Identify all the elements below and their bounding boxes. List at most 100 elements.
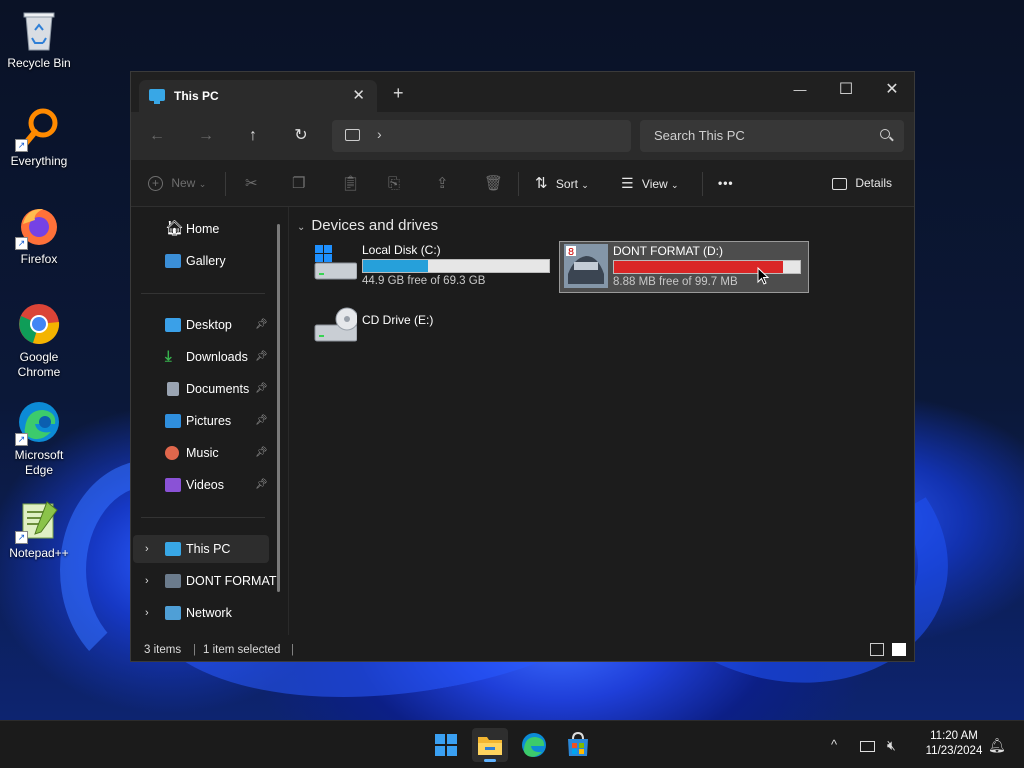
nav-item-downloads[interactable]: ⤓ Downloads 📌︎ [133, 343, 269, 371]
start-button[interactable] [428, 728, 464, 762]
sort-button[interactable]: ⇅ Sort ⌄ [535, 160, 589, 207]
divider [141, 517, 265, 518]
drive-tile-e[interactable]: CD Drive (E:) [309, 303, 553, 355]
nav-label: This PC [186, 542, 231, 556]
chevron-right-icon[interactable]: › [145, 567, 149, 595]
divider [141, 293, 265, 294]
drive-tile-d[interactable]: 8 DONT FORMAT (D:) 8.88 MB free of 99.7 … [559, 241, 809, 293]
desktop-icon-google-chrome[interactable]: Google Chrome [2, 302, 76, 380]
maximize-button[interactable]: ☐ [823, 76, 869, 104]
close-button[interactable]: ✕ [869, 76, 915, 104]
this-pc-icon [345, 129, 360, 141]
up-arrow-icon[interactable]: ↑ [241, 124, 265, 148]
edge-icon [522, 733, 546, 757]
pin-icon[interactable]: 📌︎ [255, 375, 268, 403]
delete-icon[interactable]: 🗑︎ [484, 160, 503, 207]
chevron-right-icon[interactable]: › [145, 599, 149, 627]
taskbar-file-explorer[interactable] [472, 728, 508, 762]
documents-icon [167, 382, 179, 396]
breadcrumb-chevron-icon[interactable]: › [377, 126, 382, 142]
rename-icon[interactable]: ⎘ [388, 160, 400, 207]
nav-item-this-pc[interactable]: › This PC [133, 535, 269, 563]
refresh-icon[interactable]: ↻ [289, 124, 313, 148]
view-label: View [641, 177, 668, 191]
notifications-bell-icon[interactable]: 🔔︎ [988, 721, 1006, 768]
view-icon: ☰ [621, 175, 634, 191]
nav-item-videos[interactable]: Videos 📌︎ [133, 471, 269, 499]
desktop-icon-label: Firefox [20, 252, 58, 266]
nav-item-home[interactable]: 🏠︎ Home [133, 215, 269, 243]
title-bar: This PC ✕ + — ☐ ✕ [131, 72, 914, 112]
share-icon[interactable]: ⇪ [436, 160, 449, 207]
chevron-down-icon[interactable]: ⌄ [297, 222, 305, 233]
minimize-button[interactable]: — [777, 76, 823, 104]
desktop-icon-firefox[interactable]: ↗ Firefox [2, 204, 76, 267]
details-button[interactable]: Details [832, 160, 892, 207]
volume-muted-icon[interactable]: 🔇︎ [887, 721, 896, 768]
taskbar-edge[interactable] [516, 728, 552, 762]
clock-time: 11:20 AM [930, 730, 978, 742]
tab-close-icon[interactable]: ✕ [352, 86, 365, 104]
new-button[interactable]: + New ⌄ [148, 160, 206, 207]
nav-item-dont-format[interactable]: › DONT FORMAT [133, 567, 277, 595]
drive-usage-bar [613, 260, 801, 274]
search-box[interactable]: Search This PC [640, 120, 904, 152]
shortcut-arrow-icon: ↗ [15, 433, 28, 446]
nav-label: Music [186, 446, 219, 460]
chevron-right-icon[interactable]: › [145, 535, 149, 563]
drive-name: CD Drive (E:) [362, 313, 434, 327]
nav-item-gallery[interactable]: Gallery [133, 247, 269, 275]
show-hidden-icons-chevron-icon[interactable]: ^ [831, 721, 837, 768]
nav-pane-scrollbar[interactable] [277, 224, 280, 592]
nav-item-desktop[interactable]: Desktop 📌︎ [133, 311, 269, 339]
desktop-icon-recycle-bin[interactable]: Recycle Bin [2, 8, 76, 71]
desktop-icon-notepad-plus-plus[interactable]: ↗ Notepad++ [2, 498, 76, 561]
new-tab-button[interactable]: + [393, 84, 404, 102]
this-pc-icon [149, 89, 165, 104]
drive-tile-c[interactable]: Local Disk (C:) 44.9 GB free of 69.3 GB [309, 241, 553, 293]
forward-arrow-icon[interactable]: → [194, 124, 218, 148]
shortcut-arrow-icon: ↗ [15, 531, 28, 544]
nav-item-music[interactable]: Music 📌︎ [133, 439, 269, 467]
desktop-icon-label: Google Chrome [17, 350, 61, 379]
address-bar[interactable]: › [332, 120, 631, 152]
sort-label: Sort [555, 177, 578, 191]
chrome-icon [17, 302, 61, 346]
downloads-icon: ⤓ [165, 348, 172, 365]
tab-this-pc[interactable]: This PC ✕ [139, 80, 377, 112]
taskbar-microsoft-store[interactable] [560, 728, 596, 762]
desktop-icon-microsoft-edge[interactable]: ↗ Microsoft Edge [2, 400, 76, 478]
status-selection: 1 item selected [203, 644, 281, 656]
details-view-icon[interactable] [870, 643, 884, 656]
pin-icon[interactable]: 📌︎ [255, 439, 268, 467]
svg-text:8: 8 [568, 247, 574, 258]
tiles-view-icon[interactable] [892, 643, 906, 656]
nav-item-pictures[interactable]: Pictures 📌︎ [133, 407, 269, 435]
nav-item-documents[interactable]: Documents 📌︎ [133, 375, 269, 403]
network-status-icon[interactable] [860, 721, 875, 768]
pin-icon[interactable]: 📌︎ [255, 311, 268, 339]
sort-icon: ⇅ [535, 175, 548, 192]
copy-icon[interactable]: ❐ [292, 160, 305, 207]
back-arrow-icon[interactable]: ← [145, 124, 169, 148]
firefox-icon: ↗ [15, 204, 61, 250]
paste-icon[interactable]: 📋︎ [341, 160, 360, 207]
videos-icon [165, 478, 181, 492]
nav-label: DONT FORMAT [186, 574, 277, 588]
new-label: New [171, 176, 196, 190]
taskbar-clock[interactable]: 11:20 AM 11/23/2024 [912, 729, 996, 759]
pin-icon[interactable]: 📌︎ [255, 343, 268, 371]
divider [518, 172, 519, 196]
group-header-devices[interactable]: ⌄ Devices and drives [297, 217, 438, 234]
drive-thumbnail-icon [165, 574, 181, 588]
nav-item-network[interactable]: › Network [133, 599, 269, 627]
cut-icon[interactable]: ✂ [245, 160, 258, 207]
desktop-icon-everything[interactable]: ↗ Everything [2, 106, 76, 169]
more-options-button[interactable]: ••• [718, 160, 734, 207]
pin-icon[interactable]: 📌︎ [255, 407, 268, 435]
active-indicator [484, 759, 496, 762]
view-button[interactable]: ☰ View ⌄ [621, 160, 679, 207]
navigation-pane: 🏠︎ Home Gallery Desktop 📌︎ ⤓ Downloads 📌… [131, 207, 288, 635]
notepad-plus-plus-icon: ↗ [15, 498, 61, 544]
pin-icon[interactable]: 📌︎ [255, 471, 268, 499]
